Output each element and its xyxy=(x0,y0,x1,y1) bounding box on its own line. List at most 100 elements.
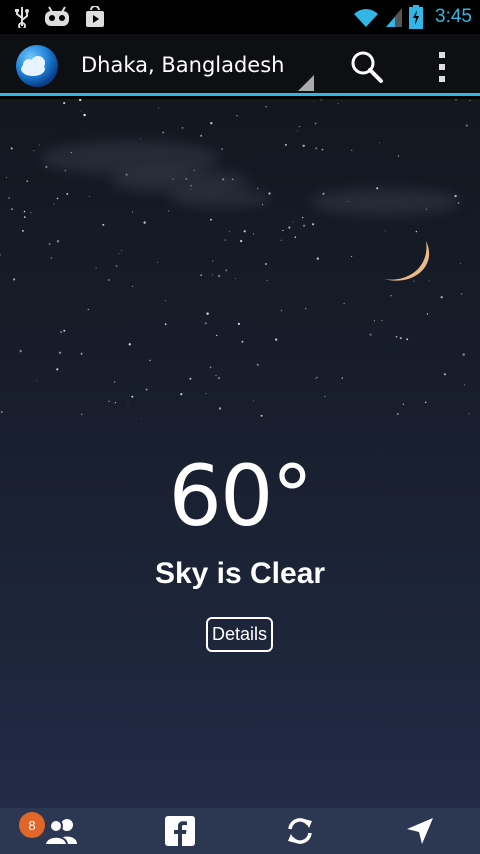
star xyxy=(79,99,82,102)
app-logo-icon[interactable] xyxy=(15,44,59,88)
star xyxy=(384,230,386,232)
star xyxy=(215,374,217,377)
star xyxy=(256,363,259,366)
star xyxy=(128,343,131,346)
refresh-icon xyxy=(288,818,312,844)
location-spinner-indicator[interactable] xyxy=(298,75,314,91)
star xyxy=(351,149,353,151)
cloud-decoration xyxy=(310,189,460,215)
bottom-nav: 8 xyxy=(0,808,480,854)
refresh-button[interactable] xyxy=(240,808,360,854)
star xyxy=(280,309,283,312)
star xyxy=(337,103,339,105)
star xyxy=(288,226,291,229)
star xyxy=(221,148,223,150)
star xyxy=(229,231,230,233)
star xyxy=(241,340,244,343)
overflow-menu-icon[interactable] xyxy=(430,50,454,84)
action-bar: Dhaka, Bangladesh xyxy=(0,34,480,96)
star xyxy=(280,239,282,241)
star xyxy=(210,121,213,125)
star xyxy=(406,338,409,341)
star xyxy=(88,195,90,197)
star xyxy=(316,376,318,378)
star xyxy=(23,210,26,213)
star xyxy=(45,165,48,169)
locate-button[interactable] xyxy=(360,808,480,854)
star xyxy=(95,267,97,269)
star xyxy=(200,134,203,137)
star xyxy=(131,211,134,213)
star xyxy=(443,373,446,376)
star xyxy=(460,293,463,295)
star xyxy=(36,380,38,382)
star xyxy=(131,395,134,398)
star xyxy=(206,312,209,315)
star xyxy=(212,274,214,276)
star xyxy=(282,229,284,232)
star xyxy=(313,101,315,102)
status-bar: 3:45 xyxy=(0,0,480,34)
star xyxy=(314,122,317,125)
star xyxy=(5,176,8,179)
star xyxy=(395,335,398,338)
usb-icon xyxy=(15,7,29,28)
star xyxy=(320,99,322,101)
star xyxy=(292,221,294,223)
star xyxy=(324,395,326,397)
star xyxy=(296,130,298,132)
star xyxy=(30,212,32,214)
star xyxy=(149,359,151,362)
star xyxy=(50,257,53,259)
star xyxy=(243,230,246,233)
star xyxy=(58,351,62,355)
friends-icon xyxy=(43,819,77,846)
star xyxy=(56,197,59,200)
star xyxy=(180,393,183,396)
star xyxy=(381,320,383,322)
star xyxy=(253,400,254,402)
facebook-button[interactable] xyxy=(120,808,240,854)
location-title[interactable]: Dhaka, Bangladesh xyxy=(81,53,284,77)
star xyxy=(321,148,324,151)
star xyxy=(118,253,120,254)
android-debug-icon xyxy=(45,6,69,26)
star xyxy=(83,113,86,117)
friends-button[interactable]: 8 xyxy=(0,808,120,854)
star xyxy=(468,413,470,415)
star xyxy=(224,239,226,241)
star xyxy=(33,150,35,152)
cloud-decoration xyxy=(170,189,270,207)
star xyxy=(316,257,320,260)
star xyxy=(274,338,278,341)
details-button[interactable]: Details xyxy=(206,617,273,652)
signal-icon xyxy=(386,8,403,27)
moon-icon xyxy=(384,241,430,281)
star xyxy=(217,274,221,278)
star xyxy=(63,102,66,105)
star xyxy=(302,144,305,148)
star xyxy=(268,192,271,195)
star xyxy=(158,107,160,109)
star xyxy=(315,147,318,150)
star xyxy=(301,216,304,219)
star xyxy=(140,418,142,419)
star xyxy=(212,260,214,262)
star xyxy=(294,236,297,238)
search-icon[interactable] xyxy=(348,48,386,86)
star xyxy=(121,250,123,252)
star xyxy=(341,377,344,379)
star xyxy=(13,278,16,281)
star xyxy=(225,269,228,272)
star xyxy=(315,378,317,380)
star xyxy=(305,308,307,310)
star xyxy=(108,400,110,403)
star xyxy=(236,115,238,117)
star xyxy=(343,302,345,305)
battery-charging-icon xyxy=(409,5,424,29)
star xyxy=(218,407,222,410)
star xyxy=(113,381,116,383)
star xyxy=(265,106,267,108)
star xyxy=(312,223,315,226)
star xyxy=(102,223,105,226)
